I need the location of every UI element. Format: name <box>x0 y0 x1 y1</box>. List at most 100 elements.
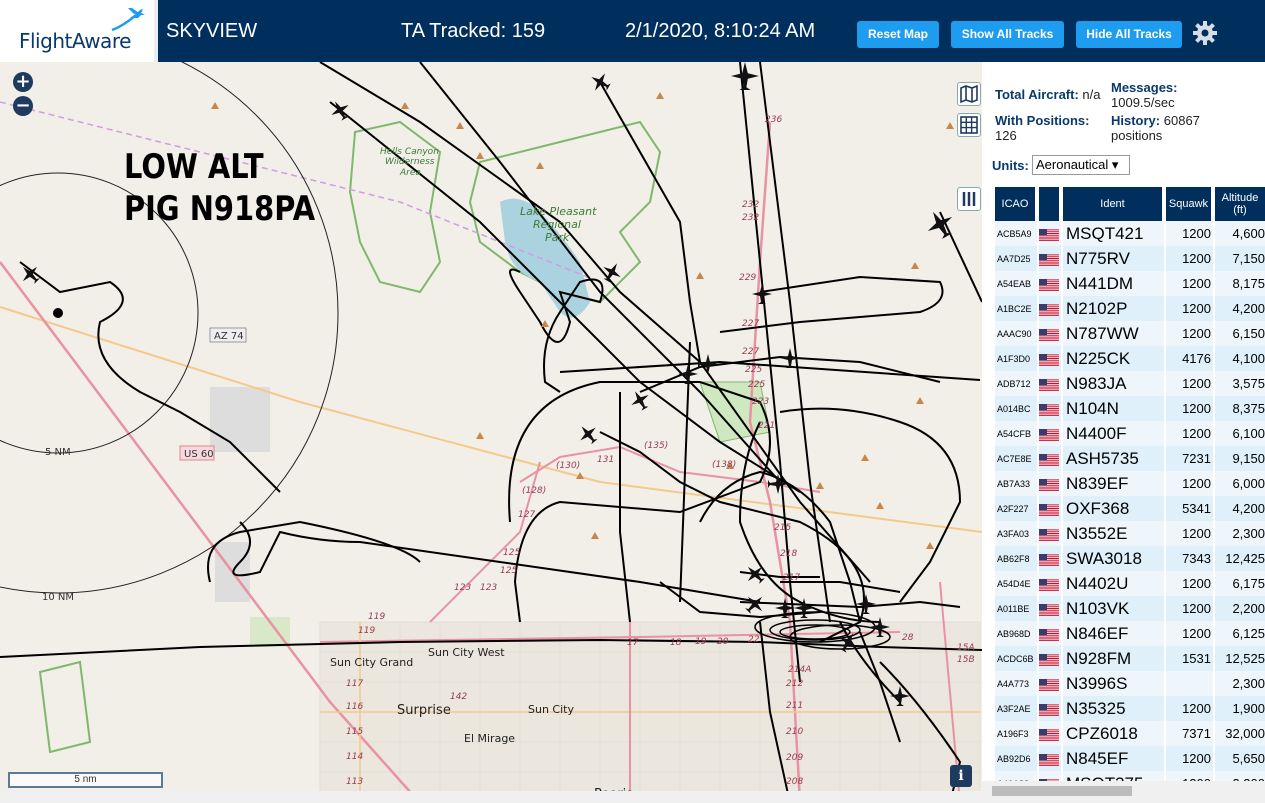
road-number: 123 <box>454 583 471 593</box>
zoom-in-button[interactable]: + <box>13 72 33 92</box>
aircraft-icon <box>698 354 718 374</box>
road-number: 227 <box>742 319 759 329</box>
map-label: Sun City West <box>428 646 505 659</box>
panel-horizontal-scrollbar[interactable] <box>982 781 1265 803</box>
map-label: Regional <box>533 218 581 231</box>
squawk-cell: 1200 <box>1166 696 1213 721</box>
show-all-tracks-button[interactable]: Show All Tracks <box>951 21 1064 48</box>
us-flag-icon <box>1039 528 1059 541</box>
table-row[interactable]: AC7E8E ASH5735 7231 9,150 <box>995 446 1265 471</box>
squawk-cell: 1200 <box>1166 396 1213 421</box>
ident-cell: N983JA <box>1063 371 1164 396</box>
table-row[interactable]: A3F2AE N35325 1200 1,900 <box>995 696 1265 721</box>
table-row[interactable]: AB62F8 SWA3018 7343 12,425 <box>995 546 1265 571</box>
table-row[interactable]: A54D4E N4402U 1200 6,175 <box>995 571 1265 596</box>
table-row[interactable]: AB7A33 N839EF 1200 6,000 <box>995 471 1265 496</box>
map-horizontal-scrollbar[interactable] <box>0 791 982 803</box>
table-row[interactable]: AA7D25 N775RV 1200 7,150 <box>995 246 1265 271</box>
road-number: 125 <box>500 566 517 576</box>
map-grid-button[interactable] <box>957 113 981 137</box>
ident-cell: ASH5735 <box>1063 446 1164 471</box>
scrollbar-thumb[interactable] <box>992 786 1132 796</box>
flag-cell <box>1039 471 1061 496</box>
range-ring-10nm <box>0 62 339 594</box>
table-row[interactable]: ACB5A9 MSQT421 1200 4,600 <box>995 221 1265 246</box>
table-row[interactable]: A4A773 N3996S 2,300 <box>995 671 1265 696</box>
table-row[interactable]: A54CFB N4400F 1200 6,100 <box>995 421 1265 446</box>
road-number: 15A <box>957 643 975 653</box>
table-row[interactable]: ADB712 N983JA 1200 3,575 <box>995 371 1265 396</box>
road-number: 210 <box>786 727 803 737</box>
grid-icon <box>960 116 978 134</box>
map-view[interactable]: Hells Canyon Wilderness Area Lake Pleasa… <box>0 62 982 803</box>
altitude-cell: 4,200 <box>1215 496 1265 521</box>
ident-cell: N3996S <box>1063 671 1164 696</box>
flag-cell <box>1039 246 1061 271</box>
positions-stat: With Positions: 126 <box>995 113 1090 143</box>
annotation-line-1: LOW ALT <box>124 147 264 187</box>
toggle-columns-button[interactable] <box>957 187 981 211</box>
road-number: 236 <box>765 115 782 125</box>
table-row[interactable]: A196F3 CPZ6018 7371 32,000 <box>995 721 1265 746</box>
table-row[interactable]: A1BC2E N2102P 1200 4,200 <box>995 296 1265 321</box>
table-row[interactable]: A2F227 OXF368 5341 4,200 <box>995 496 1265 521</box>
altitude-header-label: Altitude <box>1221 192 1259 204</box>
icao-cell: A014BC <box>995 396 1037 421</box>
table-row[interactable]: AAAC90 N787WW 1200 6,150 <box>995 321 1265 346</box>
map-label: Sun City <box>528 703 574 716</box>
road-number: 131 <box>597 455 614 465</box>
map-layers-button[interactable] <box>957 82 981 106</box>
gear-icon[interactable] <box>1192 20 1218 46</box>
altitude-cell: 32,000 <box>1215 721 1265 746</box>
us-flag-icon <box>1039 728 1059 741</box>
aircraft-icon <box>768 474 788 494</box>
altitude-cell: 5,650 <box>1215 746 1265 771</box>
icao-cell: AB968D <box>995 621 1037 646</box>
table-row[interactable]: A011BE N103VK 1200 2,200 <box>995 596 1265 621</box>
aircraft-icon <box>22 266 40 284</box>
road-number: 15B <box>957 655 975 665</box>
ident-cell: N225CK <box>1063 346 1164 371</box>
road-number: (138) <box>712 460 736 470</box>
col-header-ident[interactable]: Ident <box>1063 187 1164 221</box>
us-flag-icon <box>1039 553 1059 566</box>
altitude-cell: 6,175 <box>1215 571 1265 596</box>
map-label: Lake Pleasant <box>520 205 597 218</box>
zoom-out-button[interactable]: − <box>13 96 33 116</box>
table-row[interactable]: A54EAB N441DM 1200 8,175 <box>995 271 1265 296</box>
flag-cell <box>1039 296 1061 321</box>
road-number: (130) <box>556 461 580 471</box>
info-icon[interactable]: i <box>950 765 972 787</box>
reset-map-button[interactable]: Reset Map <box>857 21 939 48</box>
table-row[interactable]: A1F3D0 N225CK 4176 4,100 <box>995 346 1265 371</box>
table-row[interactable]: A014BC N104N 1200 8,375 <box>995 396 1265 421</box>
col-header-icao[interactable]: ICAO <box>995 187 1037 221</box>
col-header-altitude[interactable]: Altitude (ft) <box>1215 187 1265 221</box>
table-row[interactable]: A3FA03 N3552E 1200 2,300 <box>995 521 1265 546</box>
us-flag-icon <box>1039 378 1059 391</box>
us-flag-icon <box>1039 578 1059 591</box>
altitude-cell: 8,175 <box>1215 271 1265 296</box>
hide-all-tracks-button[interactable]: Hide All Tracks <box>1076 21 1182 48</box>
flag-cell <box>1039 546 1061 571</box>
col-header-squawk[interactable]: Squawk <box>1166 187 1213 221</box>
table-row[interactable]: AB968D N846EF 1200 6,125 <box>995 621 1265 646</box>
ident-cell: N775RV <box>1063 246 1164 271</box>
col-header-flag[interactable] <box>1039 187 1061 221</box>
table-row[interactable]: ACDC6B N928FM 1531 12,525 <box>995 646 1265 671</box>
ident-cell: N845EF <box>1063 746 1164 771</box>
units-select[interactable]: Aeronautical ▾ <box>1032 155 1130 175</box>
table-row[interactable]: AB92D6 N845EF 1200 5,650 <box>995 746 1265 771</box>
map-label: Park <box>545 231 570 244</box>
altitude-cell: 9,150 <box>1215 446 1265 471</box>
flag-cell <box>1039 221 1061 246</box>
road-number: (135) <box>644 441 668 451</box>
flightaware-logo[interactable]: FlightAware <box>0 0 158 62</box>
map-label: US 60 <box>184 449 214 460</box>
road-number: 117 <box>346 679 363 689</box>
app-title: SKYVIEW <box>166 20 258 42</box>
flag-cell <box>1039 321 1061 346</box>
icao-cell: AB62F8 <box>995 546 1037 571</box>
current-datetime: 2/1/2020, 8:10:24 AM <box>625 20 816 42</box>
map-label: Sun City Grand <box>330 656 413 669</box>
